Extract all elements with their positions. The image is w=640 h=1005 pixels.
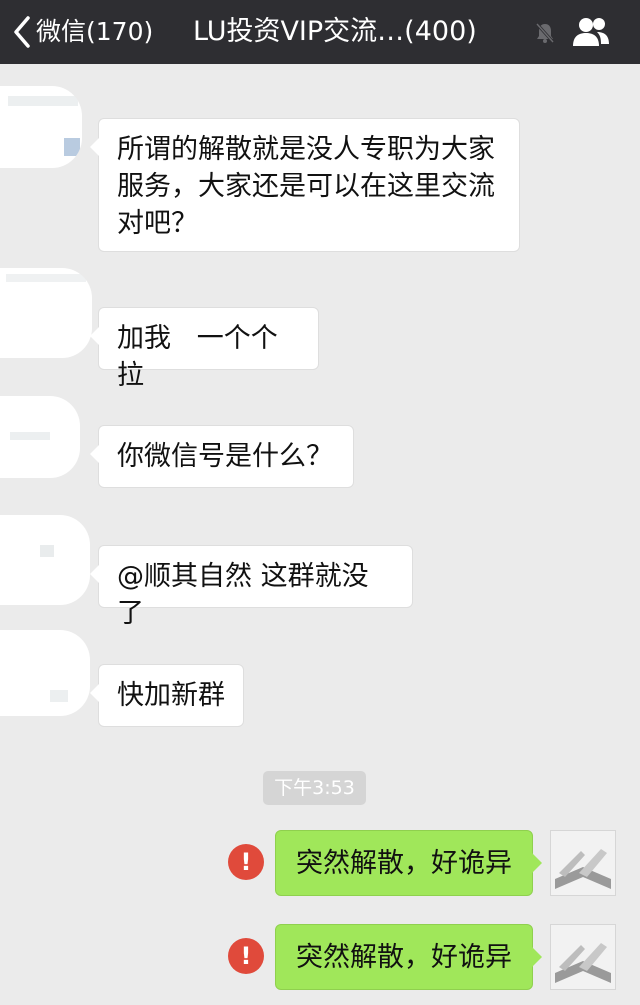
message-bubble[interactable]: @顺其自然 这群就没了 (90, 545, 413, 629)
message-text: 突然解散，好诡异 (296, 942, 512, 973)
avatar[interactable] (550, 830, 616, 896)
message-text: 加我 一个个拉 (117, 323, 278, 391)
bell-mute-icon (535, 23, 555, 43)
group-members-icon[interactable] (571, 16, 611, 48)
avatar[interactable] (0, 515, 90, 605)
message-bubble[interactable]: 快加新群 (90, 664, 244, 727)
error-icon[interactable]: ! (228, 844, 264, 880)
message-bubble[interactable]: 加我 一个个拉 (90, 307, 319, 391)
avatar[interactable] (0, 396, 80, 478)
message-text: 所谓的解散就是没人专职为大家 服务，大家还是可以在这里交流 对吧？ (117, 134, 495, 239)
message-bubble[interactable]: 你微信号是什么？ (90, 425, 354, 488)
nav-bar: 微信(170) LU投资VIP交流…(400) (0, 0, 640, 64)
book-icon (555, 849, 611, 889)
sent-message-bubble[interactable]: 突然解散，好诡异 (275, 924, 542, 990)
sent-message-bubble[interactable]: 突然解散，好诡异 (275, 830, 542, 896)
avatar[interactable] (0, 86, 82, 168)
error-icon[interactable]: ! (228, 938, 264, 974)
chat-title: LU投资VIP交流…(400) (193, 16, 477, 47)
message-text: 你微信号是什么？ (117, 441, 333, 472)
chevron-left-icon (14, 16, 30, 48)
message-bubble[interactable]: 所谓的解散就是没人专职为大家 服务，大家还是可以在这里交流 对吧？ (90, 118, 520, 252)
message-text: 突然解散，好诡异 (296, 848, 512, 879)
timestamp: 下午3:53 (263, 771, 366, 805)
avatar[interactable] (550, 924, 616, 990)
back-label: 微信(170) (36, 17, 154, 46)
book-icon (555, 943, 611, 983)
avatar[interactable] (0, 630, 90, 716)
back-button[interactable]: 微信(170) (10, 14, 153, 50)
avatar[interactable] (0, 268, 92, 358)
message-text: @顺其自然 这群就没了 (117, 561, 369, 629)
message-text: 快加新群 (117, 680, 225, 711)
